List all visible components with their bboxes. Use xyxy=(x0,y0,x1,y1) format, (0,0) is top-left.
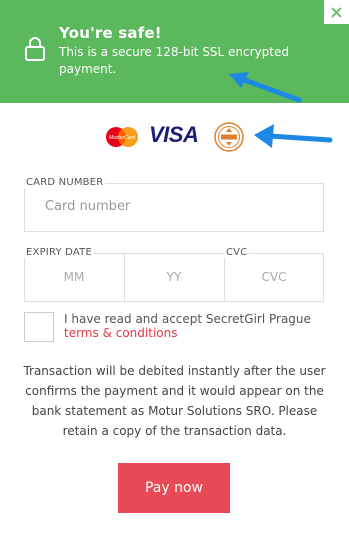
field-divider xyxy=(124,253,125,302)
annotation-arrow-icon xyxy=(254,124,333,148)
close-icon xyxy=(331,6,342,18)
payment-logos: MasterCard VISA xyxy=(104,120,254,154)
cvc-label: CVC xyxy=(224,247,250,258)
expiry-month-input[interactable] xyxy=(34,270,114,284)
visa-logo: VISA xyxy=(149,122,199,147)
terms-link[interactable]: terms & conditions xyxy=(64,326,177,340)
security-badge-icon xyxy=(214,122,244,152)
expiry-year-input[interactable] xyxy=(134,270,214,284)
field-divider xyxy=(224,253,225,302)
transaction-notice: Transaction will be debited instantly af… xyxy=(23,364,326,438)
card-number-input[interactable] xyxy=(45,199,295,214)
terms-text: I have read and accept SecretGirl Prague xyxy=(64,312,311,326)
cvc-input[interactable] xyxy=(234,270,314,284)
lock-icon xyxy=(25,37,45,61)
pay-now-button[interactable]: Pay now xyxy=(118,463,230,513)
annotation-arrow-icon xyxy=(229,72,302,103)
mastercard-text: MasterCard xyxy=(109,135,135,141)
banner-title: You're safe! xyxy=(59,24,162,42)
close-button[interactable] xyxy=(324,0,349,24)
expiry-date-label: EXPIRY DATE xyxy=(24,247,94,258)
terms-checkbox[interactable] xyxy=(24,312,54,342)
card-number-label: CARD NUMBER xyxy=(24,177,106,188)
mastercard-logo-icon: MasterCard xyxy=(106,127,138,147)
